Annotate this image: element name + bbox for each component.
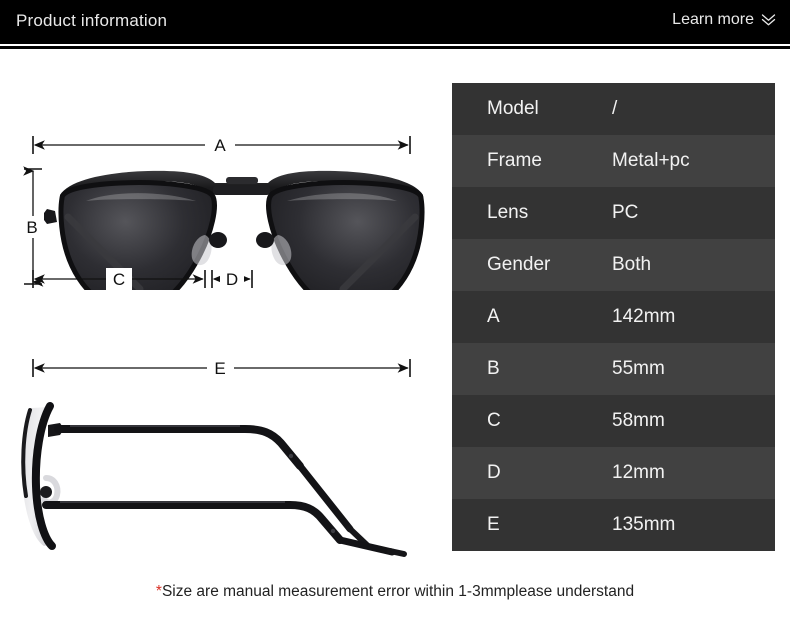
spec-label: D [487, 462, 501, 483]
spec-label: Frame [487, 150, 542, 171]
table-row: C 58mm [452, 395, 775, 447]
spec-value: 55mm [612, 358, 665, 379]
dimension-line-e: E [32, 357, 411, 379]
product-dimension-diagrams: A B C D E [0, 50, 440, 565]
dimension-line-d: D [211, 268, 253, 290]
spec-label: Lens [487, 202, 529, 223]
dimension-label-e: E [214, 359, 225, 378]
spec-label: E [487, 514, 500, 535]
disclaimer-text: Size are manual measurement error within… [161, 583, 635, 600]
spec-label: A [487, 306, 500, 327]
spec-value: 58mm [612, 410, 665, 431]
product-information-header: Product information Learn more [0, 0, 790, 44]
table-row: Model / [452, 83, 775, 135]
table-row: Gender Both [452, 239, 775, 291]
spec-value: 142mm [612, 306, 676, 327]
dimension-label-c: C [113, 270, 125, 289]
table-row: E 135mm [452, 499, 775, 551]
dimension-line-a: A [32, 134, 411, 156]
sunglasses-front-view-diagram: A B C D [22, 134, 425, 290]
table-row: Lens PC [452, 187, 775, 239]
table-row: B 55mm [452, 343, 775, 395]
dimension-label-b: B [26, 218, 37, 237]
spec-value: Metal+pc [612, 150, 690, 171]
spec-value: Both [612, 254, 652, 275]
learn-more-label: Learn more [672, 11, 754, 28]
spec-value: / [612, 98, 618, 119]
spec-table-body: Model / Frame Metal+pc Lens PC Gender Bo… [452, 83, 775, 551]
table-row: D 12mm [452, 447, 775, 499]
spec-value: PC [612, 202, 639, 223]
sunglasses-side-view-diagram: E [21, 357, 411, 557]
spec-label: C [487, 410, 501, 431]
measurement-disclaimer: *Size are manual measurement error withi… [0, 583, 790, 601]
spec-label: B [487, 358, 500, 379]
page-title: Product information [16, 11, 168, 30]
learn-more-button[interactable]: Learn more [672, 11, 776, 29]
table-row: A 142mm [452, 291, 775, 343]
dimension-label-d: D [226, 270, 238, 289]
dimension-line-b: B [22, 166, 44, 287]
spec-label: Gender [487, 254, 551, 275]
double-chevron-down-icon[interactable] [761, 12, 776, 28]
sunglasses-side-illustration [21, 402, 407, 557]
header-divider [0, 46, 790, 49]
spec-value: 135mm [612, 514, 676, 535]
spec-label: Model [487, 98, 539, 119]
dimension-label-a: A [214, 136, 226, 155]
product-specification-table: Model / Frame Metal+pc Lens PC Gender Bo… [452, 83, 775, 551]
table-row: Frame Metal+pc [452, 135, 775, 187]
spec-value: 12mm [612, 462, 665, 483]
